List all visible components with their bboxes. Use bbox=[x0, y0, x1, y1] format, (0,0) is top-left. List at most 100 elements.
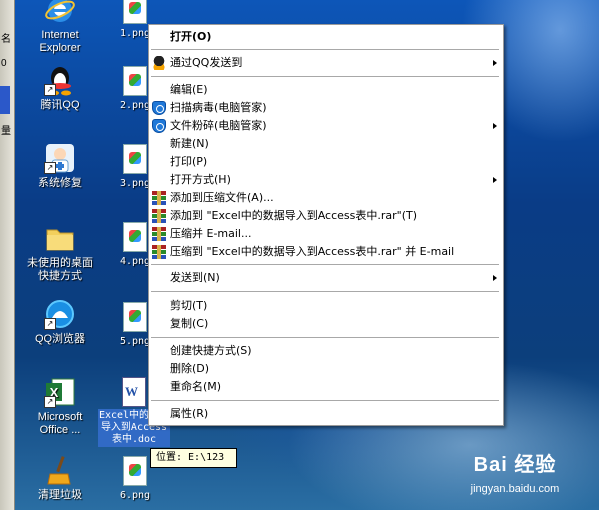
file-label: 2.png bbox=[119, 100, 151, 111]
menu-item-cut[interactable]: 剪切(T) bbox=[149, 297, 503, 315]
menu-separator bbox=[151, 76, 499, 77]
menu-item-label: 重命名(M) bbox=[170, 380, 222, 393]
explorer-side-strip: 名 0 量 bbox=[0, 0, 15, 510]
context-menu: 打开(O) 通过QQ发送到 编辑(E) 扫描病毒(电脑管家) 文件粉碎(电脑管家… bbox=[148, 24, 504, 426]
menu-item-label: 创建快捷方式(S) bbox=[170, 344, 252, 357]
desktop-icon-internet-explorer[interactable]: Internet Explorer bbox=[24, 0, 96, 55]
menu-item-label: 编辑(E) bbox=[170, 83, 208, 96]
file-label: 5.png bbox=[119, 336, 151, 347]
menu-item-label: 复制(C) bbox=[170, 317, 209, 330]
menu-item-print[interactable]: 打印(P) bbox=[149, 153, 503, 171]
desktop-icon-qq-browser[interactable]: ↗ QQ浏览器 bbox=[24, 298, 96, 346]
menu-item-label: 新建(N) bbox=[170, 137, 209, 150]
menu-item-edit[interactable]: 编辑(E) bbox=[149, 81, 503, 99]
menu-item-label: 文件粉碎(电脑管家) bbox=[170, 119, 267, 132]
folder-icon bbox=[44, 222, 76, 254]
desktop-icon-label: 腾讯QQ bbox=[40, 99, 80, 111]
menu-item-label: 删除(D) bbox=[170, 362, 210, 375]
menu-item-qq-send[interactable]: 通过QQ发送到 bbox=[149, 54, 503, 72]
submenu-arrow-icon bbox=[493, 275, 497, 281]
menu-item-label: 添加到压缩文件(A)... bbox=[170, 191, 274, 204]
menu-item-compress-rar-email[interactable]: 压缩到 "Excel中的数据导入到Access表中.rar" 并 E-mail bbox=[149, 243, 503, 261]
desktop-icon-microsoft-office[interactable]: X ↗ Microsoft Office ... bbox=[24, 376, 96, 437]
file-label: 6.png bbox=[119, 490, 151, 501]
side-strip-selection bbox=[0, 86, 10, 114]
file-label: 3.png bbox=[119, 178, 151, 189]
menu-item-label: 打开(O) bbox=[170, 30, 212, 43]
penguin-icon: ↗ bbox=[44, 64, 76, 96]
menu-item-label: 发送到(N) bbox=[170, 271, 220, 284]
shortcut-arrow-icon: ↗ bbox=[44, 396, 56, 408]
internet-explorer-icon bbox=[44, 0, 76, 26]
desktop-icon-label: QQ浏览器 bbox=[34, 333, 86, 345]
menu-item-copy[interactable]: 复制(C) bbox=[149, 315, 503, 333]
desktop-icon-label: 清理垃圾 bbox=[38, 489, 82, 501]
menu-item-delete[interactable]: 删除(D) bbox=[149, 360, 503, 378]
menu-item-label: 属性(R) bbox=[170, 407, 209, 420]
image-file-icon bbox=[123, 302, 147, 332]
shortcut-arrow-icon: ↗ bbox=[44, 318, 56, 330]
qq-penguin-icon bbox=[152, 56, 166, 70]
word-document-icon bbox=[122, 377, 146, 407]
menu-item-create-shortcut[interactable]: 创建快捷方式(S) bbox=[149, 342, 503, 360]
desktop-icon-qq[interactable]: ↗ 腾讯QQ bbox=[24, 64, 96, 112]
shield-icon bbox=[152, 101, 166, 115]
winrar-icon bbox=[152, 191, 166, 205]
menu-item-label: 压缩到 "Excel中的数据导入到Access表中.rar" 并 E-mail bbox=[170, 245, 455, 258]
desktop-icon-label: Microsoft Office ... bbox=[37, 411, 83, 436]
image-file-icon bbox=[123, 144, 147, 174]
submenu-arrow-icon bbox=[493, 123, 497, 129]
menu-item-add-to-rar[interactable]: 添加到 "Excel中的数据导入到Access表中.rar"(T) bbox=[149, 207, 503, 225]
winrar-icon bbox=[152, 209, 166, 223]
menu-item-label: 打印(P) bbox=[170, 155, 208, 168]
doctor-icon: ↗ bbox=[44, 142, 76, 174]
menu-item-label: 扫描病毒(电脑管家) bbox=[170, 101, 267, 114]
desktop-icon-label: Internet Explorer bbox=[39, 29, 81, 54]
menu-item-file-shred[interactable]: 文件粉碎(电脑管家) bbox=[149, 117, 503, 135]
menu-item-label: 通过QQ发送到 bbox=[170, 56, 243, 69]
broom-icon bbox=[44, 454, 76, 486]
menu-item-label: 打开方式(H) bbox=[170, 173, 231, 186]
side-strip-char: 名 bbox=[1, 34, 11, 45]
desktop-icon-cleaner[interactable]: 清理垃圾 bbox=[24, 454, 96, 502]
watermark-brand: Bai 经验 bbox=[473, 454, 557, 476]
shortcut-arrow-icon: ↗ bbox=[44, 162, 56, 174]
menu-item-send-to[interactable]: 发送到(N) bbox=[149, 269, 503, 287]
desktop-background: 名 0 量 Internet Explorer ↗ 腾讯QQ ↗ 系统修复 未使… bbox=[0, 0, 599, 510]
menu-item-new[interactable]: 新建(N) bbox=[149, 135, 503, 153]
menu-item-open-with[interactable]: 打开方式(H) bbox=[149, 171, 503, 189]
menu-item-scan-virus[interactable]: 扫描病毒(电脑管家) bbox=[149, 99, 503, 117]
menu-separator bbox=[151, 49, 499, 50]
desktop-icon-label: 系统修复 bbox=[38, 177, 82, 189]
file-label: 4.png bbox=[119, 256, 151, 267]
side-strip-char: 量 bbox=[1, 126, 11, 137]
shortcut-arrow-icon: ↗ bbox=[44, 84, 56, 96]
shield-icon bbox=[152, 119, 166, 133]
side-strip-char: 0 bbox=[1, 58, 7, 69]
menu-item-properties[interactable]: 属性(R) bbox=[149, 405, 503, 423]
menu-separator bbox=[151, 291, 499, 292]
menu-item-open[interactable]: 打开(O) bbox=[149, 28, 503, 46]
menu-separator bbox=[151, 337, 499, 338]
menu-item-label: 添加到 "Excel中的数据导入到Access表中.rar"(T) bbox=[170, 209, 417, 222]
desktop-icon-system-repair[interactable]: ↗ 系统修复 bbox=[24, 142, 96, 190]
watermark-site: jingyan.baidu.com bbox=[470, 483, 560, 495]
qq-browser-icon: ↗ bbox=[44, 298, 76, 330]
winrar-icon bbox=[152, 245, 166, 259]
desktop-icon-label: 未使用的桌面快捷方式 bbox=[27, 257, 93, 282]
winrar-icon bbox=[152, 227, 166, 241]
image-file-icon bbox=[123, 66, 147, 96]
menu-item-rename[interactable]: 重命名(M) bbox=[149, 378, 503, 396]
file-label: 1.png bbox=[119, 28, 151, 39]
menu-item-compress-email[interactable]: 压缩并 E-mail... bbox=[149, 225, 503, 243]
image-file-icon bbox=[123, 222, 147, 252]
menu-separator bbox=[151, 400, 499, 401]
menu-item-label: 压缩并 E-mail... bbox=[170, 227, 252, 240]
desktop-icon-unused-shortcuts[interactable]: 未使用的桌面快捷方式 bbox=[24, 222, 96, 283]
menu-item-add-archive[interactable]: 添加到压缩文件(A)... bbox=[149, 189, 503, 207]
submenu-arrow-icon bbox=[493, 177, 497, 183]
excel-icon: X ↗ bbox=[44, 376, 76, 408]
submenu-arrow-icon bbox=[493, 60, 497, 66]
image-file-icon bbox=[123, 0, 147, 24]
menu-item-label: 剪切(T) bbox=[170, 299, 208, 312]
